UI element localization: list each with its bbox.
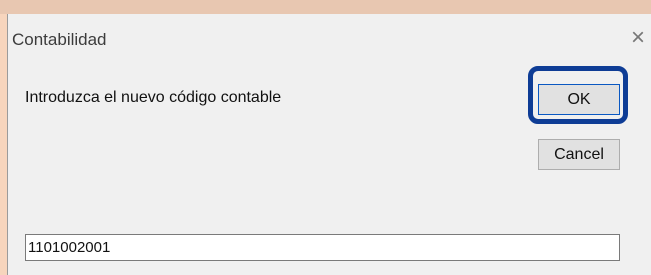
ok-button[interactable]: OK [538, 84, 620, 115]
dialog-title: Contabilidad [12, 30, 107, 49]
accounting-dialog: Contabilidad × Introduzca el nuevo códig… [7, 14, 651, 275]
cancel-button[interactable]: Cancel [538, 139, 620, 170]
prompt-text: Introduzca el nuevo código contable [25, 89, 282, 106]
close-icon[interactable]: × [631, 26, 645, 50]
account-code-input[interactable]: 1101002001 [25, 234, 620, 261]
background-window-strip [0, 0, 651, 14]
